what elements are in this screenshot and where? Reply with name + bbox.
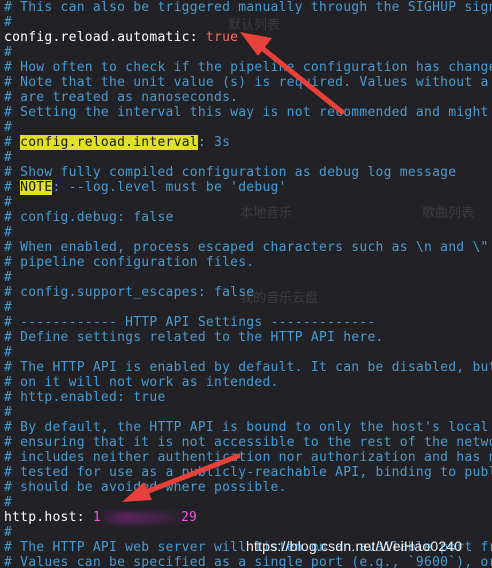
annotation-arrows [122,32,345,502]
terminal-editor: 默认列表 歌曲列表 本地音乐 我的音乐云盘 # This can also be… [0,0,492,568]
arrow-to-reload-automatic-icon [240,32,345,115]
watermark-text: https://blog.csdn.net/WeiHao0240 [246,538,463,554]
arrow-to-http-host-icon [122,453,241,502]
